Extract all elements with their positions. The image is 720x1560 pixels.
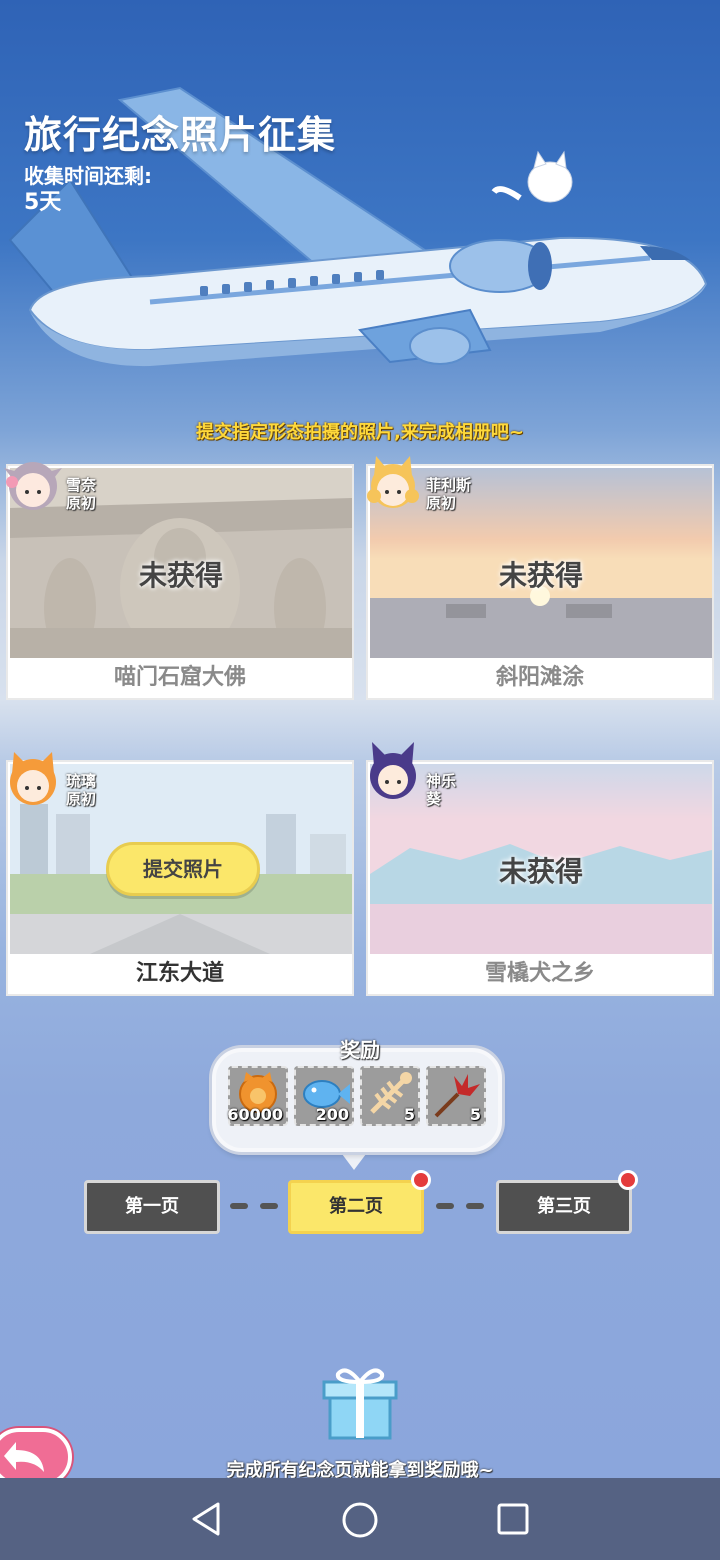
character-avatar-icon — [4, 462, 62, 510]
reward-count: 200 — [315, 1105, 349, 1124]
character-avatar-icon — [370, 742, 416, 799]
page-button-1[interactable]: 第一页 — [84, 1180, 220, 1234]
reward-count: 60000 — [227, 1105, 283, 1124]
countdown-value: 5天 — [24, 190, 62, 215]
status-not-obtained: 未获得 — [498, 559, 583, 592]
card-caption: 斜阳滩涂 — [495, 665, 584, 690]
notice-dot — [411, 1170, 431, 1190]
character-name-label: 菲利斯 原初 — [426, 476, 472, 512]
reward-item-fish-bone[interactable]: 5 — [360, 1066, 420, 1126]
recents-square-icon[interactable] — [496, 1502, 530, 1536]
back-arrow-icon — [4, 1442, 44, 1472]
pager-connector — [230, 1203, 248, 1209]
gift-box-icon[interactable] — [322, 1364, 398, 1440]
pager-connector — [436, 1203, 454, 1209]
airplane-illustration — [8, 86, 708, 367]
system-navigation-bar — [0, 1478, 720, 1560]
home-circle-icon[interactable] — [340, 1500, 380, 1540]
pager-connector — [260, 1203, 278, 1209]
reward-count: 5 — [469, 1105, 481, 1124]
card-caption: 江东大道 — [135, 961, 224, 986]
reward-item-red-flower[interactable]: 5 — [426, 1066, 486, 1126]
page-button-2[interactable]: 第二页 — [288, 1180, 424, 1234]
pager-connector — [466, 1203, 484, 1209]
status-not-obtained: 未获得 — [138, 559, 223, 592]
character-name-label: 神乐葵 — [426, 772, 457, 808]
character-avatar-icon — [367, 456, 419, 508]
notice-dot — [618, 1170, 638, 1190]
card-caption: 雪橇犬之乡 — [484, 961, 595, 986]
back-triangle-icon[interactable] — [188, 1500, 224, 1538]
reward-item-cat-coin[interactable]: 60000 — [227, 1066, 288, 1126]
status-not-obtained: 未获得 — [498, 855, 583, 888]
card-caption: 喵门石窟大佛 — [113, 665, 246, 690]
instruction-text: 提交指定形态拍摄的照片,来完成相册吧~ — [196, 422, 524, 443]
reward-count: 5 — [403, 1105, 415, 1124]
character-avatar-icon — [10, 752, 56, 805]
submit-photo-button[interactable]: 提交照片 — [106, 842, 260, 896]
hero-banner: 旅行纪念照片征集 收集时间还剩: 5天 — [0, 0, 720, 420]
reward-title: 奖励 — [340, 1038, 380, 1062]
character-name-label: 琉璃 原初 — [66, 772, 97, 808]
page-title: 旅行纪念照片征集 — [24, 113, 337, 157]
character-name-label: 雪奈 原初 — [66, 476, 97, 512]
reward-item-blue-fish[interactable]: 200 — [294, 1066, 354, 1126]
page-button-3[interactable]: 第三页 — [496, 1180, 632, 1234]
